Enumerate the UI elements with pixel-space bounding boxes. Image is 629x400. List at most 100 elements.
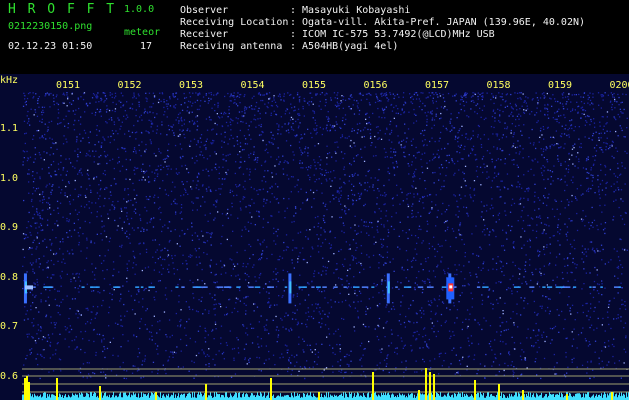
- noise-pixel: [102, 270, 104, 272]
- noise-pixel: [561, 93, 563, 95]
- noise-pixel: [385, 322, 387, 324]
- noise-pixel: [192, 209, 194, 211]
- noise-pixel: [62, 93, 64, 96]
- noise-pixel: [439, 95, 442, 97]
- noise-pixel: [497, 214, 499, 216]
- noise-pixel: [147, 176, 150, 178]
- noise-pixel: [153, 217, 155, 219]
- noise-pixel: [260, 345, 263, 347]
- noise-pixel: [511, 123, 513, 125]
- noise-pixel: [263, 198, 265, 200]
- noise-pixel: [23, 256, 26, 258]
- noise-pixel: [447, 272, 449, 274]
- noise-pixel: [610, 259, 612, 261]
- noise-pixel: [74, 298, 76, 300]
- noise-pixel: [565, 351, 567, 354]
- noise-pixel: [118, 271, 120, 273]
- noise-pixel: [41, 199, 44, 201]
- noise-pixel: [359, 92, 361, 94]
- noise-pixel: [50, 92, 52, 95]
- noise-pixel: [244, 358, 246, 361]
- noise-pixel: [339, 335, 341, 337]
- noise-pixel: [397, 246, 399, 248]
- noise-pixel: [195, 116, 197, 118]
- noise-pixel: [431, 159, 434, 161]
- noise-pixel: [91, 97, 94, 99]
- noise-pixel: [30, 309, 32, 311]
- noise-pixel: [319, 100, 321, 103]
- noise-pixel: [578, 93, 580, 96]
- noise-pixel: [60, 155, 62, 157]
- noise-pixel: [144, 110, 146, 113]
- noise-pixel: [542, 231, 545, 233]
- noise-pixel: [354, 224, 356, 226]
- noise-pixel: [27, 374, 30, 376]
- noise-pixel: [108, 197, 110, 200]
- noise-pixel: [149, 139, 151, 141]
- noise-pixel: [611, 140, 614, 142]
- noise-pixel: [268, 292, 270, 294]
- noise-pixel: [549, 310, 551, 312]
- noise-pixel: [126, 277, 128, 279]
- noise-pixel: [197, 94, 199, 96]
- noise-pixel: [165, 298, 168, 300]
- noise-pixel: [501, 137, 503, 139]
- noise-pixel: [502, 245, 504, 247]
- noise-pixel: [114, 108, 117, 110]
- noise-pixel: [525, 261, 527, 263]
- noise-pixel: [572, 163, 574, 165]
- noise-pixel: [504, 187, 506, 189]
- noise-pixel: [587, 98, 589, 100]
- noise-pixel: [300, 167, 302, 169]
- noise-pixel: [566, 337, 568, 339]
- noise-pixel: [204, 144, 207, 146]
- noise-pixel: [86, 239, 88, 241]
- noise-pixel: [170, 168, 172, 170]
- noise-pixel: [589, 92, 591, 94]
- noise-pixel: [312, 317, 315, 320]
- noise-pixel: [161, 249, 163, 251]
- noise-pixel: [370, 177, 372, 179]
- noise-pixel: [140, 318, 142, 320]
- noise-pixel: [357, 316, 359, 318]
- noise-pixel: [508, 153, 511, 156]
- noise-pixel: [129, 233, 131, 236]
- noise-pixel: [626, 117, 628, 119]
- noise-pixel: [170, 190, 173, 192]
- noise-pixel: [349, 145, 351, 147]
- noise-pixel: [364, 146, 366, 148]
- noise-pixel: [379, 303, 381, 305]
- noise-pixel: [387, 167, 389, 169]
- noise-pixel: [56, 94, 58, 96]
- noise-pixel: [181, 165, 183, 167]
- noise-pixel: [363, 225, 365, 227]
- noise-pixel: [394, 347, 397, 350]
- noise-pixel: [364, 348, 366, 350]
- noise-pixel: [558, 108, 560, 110]
- noise-pixel: [307, 238, 309, 240]
- noise-pixel: [175, 104, 177, 106]
- noise-pixel: [422, 358, 424, 361]
- noise-pixel: [148, 331, 151, 333]
- noise-pixel: [120, 106, 122, 108]
- noise-pixel: [588, 187, 590, 189]
- noise-pixel: [227, 208, 229, 211]
- noise-pixel: [498, 281, 500, 283]
- noise-pixel: [300, 208, 302, 210]
- noise-pixel: [472, 99, 474, 102]
- noise-pixel: [539, 251, 541, 253]
- noise-pixel: [198, 173, 200, 176]
- noise-pixel: [572, 108, 574, 110]
- noise-pixel: [537, 249, 539, 251]
- noise-pixel: [360, 264, 363, 267]
- noise-pixel: [107, 249, 109, 251]
- noise-pixel: [356, 294, 358, 297]
- noise-pixel: [434, 156, 436, 158]
- noise-pixel: [160, 250, 162, 252]
- noise-pixel: [537, 281, 539, 283]
- noise-pixel: [368, 340, 370, 343]
- noise-pixel: [27, 336, 29, 338]
- noise-pixel: [334, 301, 336, 303]
- noise-pixel: [340, 100, 342, 102]
- noise-pixel: [399, 203, 401, 205]
